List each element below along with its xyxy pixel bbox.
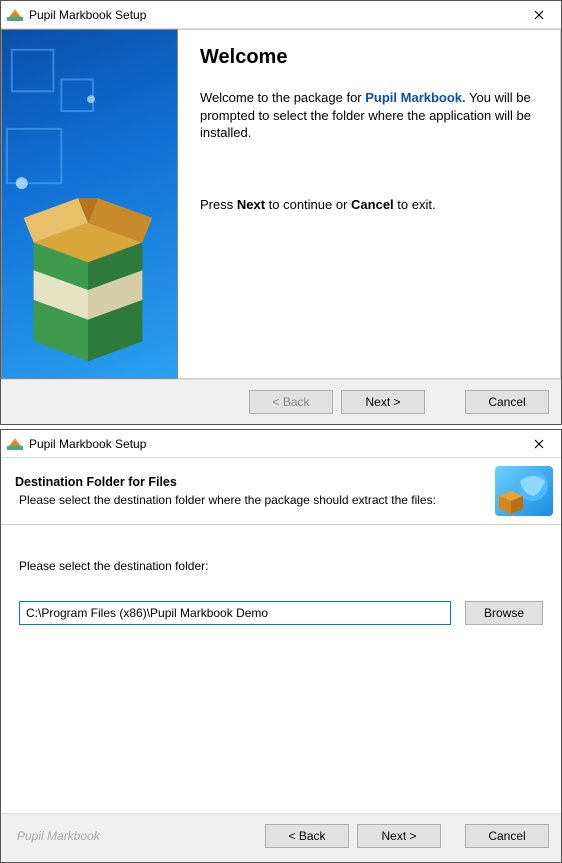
header-title: Destination Folder for Files [15, 475, 436, 489]
press-post: to exit. [394, 197, 436, 212]
wizard-footer: Pupil Markbook < Back Next > Cancel [1, 813, 561, 862]
titlebar: Pupil Markbook Setup [1, 1, 561, 29]
welcome-intro: Welcome to the package for Pupil Markboo… [200, 89, 544, 142]
app-icon [7, 7, 23, 23]
window-title: Pupil Markbook Setup [29, 437, 146, 451]
next-button[interactable]: Next > [357, 824, 441, 848]
wizard-sidebar-image [1, 29, 178, 379]
wizard-header: Destination Folder for Files Please sele… [1, 458, 561, 525]
welcome-heading: Welcome [200, 46, 544, 69]
intro-pre: Welcome to the package for [200, 90, 365, 105]
next-button[interactable]: Next > [341, 390, 425, 414]
destination-label: Please select the destination folder: [19, 559, 543, 573]
back-button: < Back [249, 390, 333, 414]
wizard-button-row: < Back Next > Cancel [1, 379, 561, 424]
press-pre: Press [200, 197, 237, 212]
press-mid: to continue or [265, 197, 351, 212]
browse-button[interactable]: Browse [465, 601, 543, 625]
app-icon [7, 436, 23, 452]
titlebar: Pupil Markbook Setup [1, 430, 561, 458]
press-next-word: Next [237, 197, 265, 212]
setup-wizard-welcome-window: Pupil Markbook Setup [0, 0, 562, 425]
cancel-button[interactable]: Cancel [465, 824, 549, 848]
destination-path-input[interactable] [19, 601, 451, 625]
press-cancel-word: Cancel [351, 197, 394, 212]
close-button[interactable] [517, 1, 561, 29]
footer-brand: Pupil Markbook [17, 829, 100, 843]
header-icon [495, 466, 553, 516]
press-instruction: Press Next to continue or Cancel to exit… [200, 196, 544, 214]
window-title: Pupil Markbook Setup [29, 8, 146, 22]
close-button[interactable] [517, 430, 561, 458]
back-button[interactable]: < Back [265, 824, 349, 848]
intro-brand: Pupil Markbook. [365, 90, 465, 105]
header-subtitle: Please select the destination folder whe… [19, 493, 436, 507]
setup-wizard-destination-window: Pupil Markbook Setup Destination Folder … [0, 429, 562, 863]
cancel-button[interactable]: Cancel [465, 390, 549, 414]
